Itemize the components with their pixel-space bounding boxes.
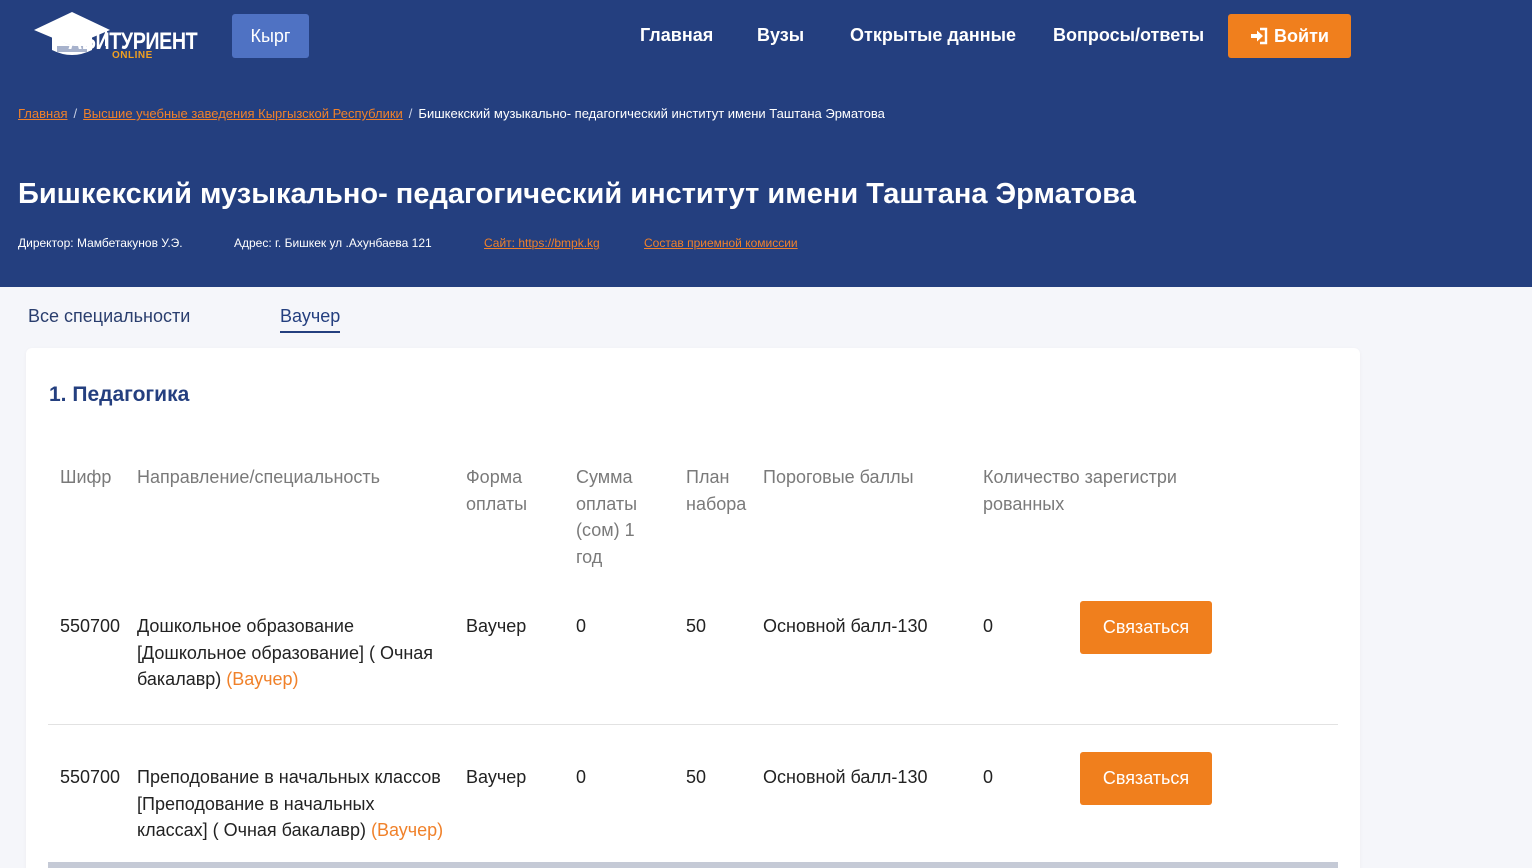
breadcrumb: Главная / Высшие учебные заведения Кыргы… — [18, 106, 885, 121]
section-title: 1. Педагогика — [49, 383, 190, 406]
row-1-payment-form: Ваучер — [466, 616, 527, 636]
sign-in-icon — [1251, 27, 1268, 45]
row-1-plan: 50 — [686, 616, 707, 636]
breadcrumb-separator: / — [408, 106, 413, 121]
breadcrumb-separator: / — [73, 106, 78, 121]
admission-committee-link[interactable]: Состав приемной комиссии — [644, 236, 798, 250]
row-1-registered: 0 — [983, 616, 994, 636]
column-header-registered: Количество зарегистрированных — [983, 467, 1177, 514]
column-header-threshold: Пороговые баллы — [763, 467, 914, 487]
address-info: Адрес: г. Бишкек ул .Ахунбаева 121 — [234, 236, 432, 250]
login-label: Войти — [1274, 25, 1329, 46]
row-1-contact-button[interactable]: Связаться — [1080, 601, 1212, 654]
column-header-code: Шифр — [60, 467, 112, 487]
row-1-code: 550700 — [60, 616, 121, 636]
breadcrumb-home[interactable]: Главная — [18, 106, 67, 121]
row-1-payment-sum: 0 — [576, 616, 587, 636]
row-2-threshold: Основной балл-130 — [763, 767, 928, 787]
row-2-contact-button[interactable]: Связаться — [1080, 752, 1212, 805]
nav-faq[interactable]: Вопросы/ответы — [1053, 25, 1204, 46]
site-logo[interactable]: АБИТУРИЕНТ ONLINE — [32, 10, 202, 64]
horizontal-scrollbar[interactable] — [48, 862, 1338, 868]
row-2-payment-form: Ваучер — [466, 767, 527, 787]
site-link[interactable]: Сайт: https://bmpk.kg — [484, 236, 600, 250]
breadcrumb-universities[interactable]: Высшие учебные заведения Кыргызской Респ… — [83, 106, 403, 121]
row-2-plan: 50 — [686, 767, 707, 787]
column-header-payment-sum: Сумма оплаты (сом) 1 год — [576, 467, 638, 567]
nav-universities[interactable]: Вузы — [757, 25, 804, 46]
column-header-payment-form: Форма оплаты — [466, 467, 528, 514]
page-title: Бишкекский музыкально- педагогический ин… — [18, 178, 1136, 210]
column-header-plan: План набора — [686, 467, 747, 514]
row-1-threshold: Основной балл-130 — [763, 616, 928, 636]
column-header-direction: Направление/специальность — [137, 467, 381, 487]
row-1-direction: Дошкольное образование [Дошкольное образ… — [137, 613, 447, 693]
row-2-voucher-tag: (Ваучер) — [370, 820, 444, 840]
nav-home[interactable]: Главная — [640, 25, 713, 46]
tab-all-specialties[interactable]: Все специальности — [28, 306, 190, 327]
director-info: Директор: Мамбетакунов У.Э. — [18, 236, 183, 250]
nav-open-data[interactable]: Открытые данные — [850, 25, 1016, 46]
breadcrumb-current: Бишкекский музыкально- педагогический ин… — [418, 106, 885, 121]
tab-voucher[interactable]: Ваучер — [280, 306, 341, 333]
login-button[interactable]: Войти — [1228, 14, 1351, 58]
row-2-registered: 0 — [983, 767, 994, 787]
row-1-voucher-tag: (Ваучер) — [226, 669, 299, 689]
row-2-code: 550700 — [60, 767, 121, 787]
language-switch-button[interactable]: Кырг — [232, 14, 309, 58]
row-2-direction: Преподование в начальных классов [Препод… — [137, 764, 447, 844]
row-divider — [48, 724, 1338, 725]
row-2-payment-sum: 0 — [576, 767, 587, 787]
logo-subtext: ONLINE — [112, 50, 153, 61]
